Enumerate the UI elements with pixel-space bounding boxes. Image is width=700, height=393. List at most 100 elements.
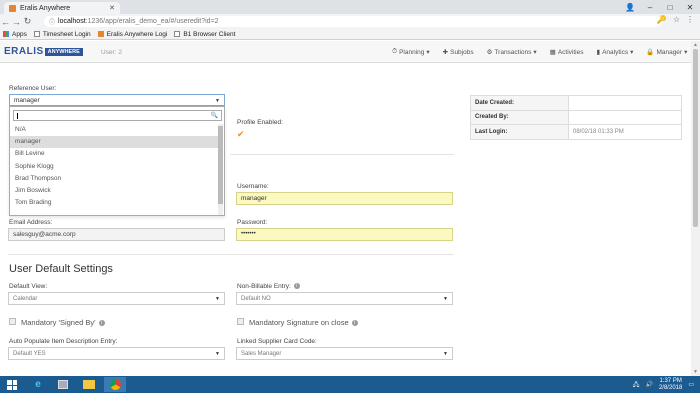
nav-label: Manager (656, 48, 683, 56)
username-field[interactable]: manager (236, 192, 453, 205)
nav-subjobs[interactable]: ✚ Subjobs (442, 48, 474, 57)
caret-down-icon: ▼ (215, 351, 220, 357)
password-field[interactable]: ••••••• (236, 228, 453, 241)
nav-transactions[interactable]: ⚙ Transactions ▾ (487, 48, 537, 57)
address-row: ← → ↻ ⓘ localhost :1236/app/eralis_demo_… (0, 14, 700, 29)
nav-label: Transactions (494, 48, 532, 56)
dropdown-option[interactable]: manager (10, 136, 218, 149)
bookmark-apps[interactable]: Apps (3, 31, 27, 38)
email-field[interactable]: salesguy@acme.corp (8, 228, 225, 241)
dropdown-option[interactable]: Bill Levine (10, 148, 218, 160)
bookmark-label: Timesheet Login (42, 30, 91, 38)
clock-time: 1:37 PM (659, 378, 682, 384)
select-value: Calendar (13, 296, 38, 302)
nav-activities[interactable]: ▦ Activities (550, 48, 584, 57)
forward-icon[interactable]: → (11, 17, 22, 27)
linked-supplier-select[interactable]: Sales Manager ▼ (236, 347, 453, 360)
caret-down-icon: ▾ (533, 49, 537, 56)
bookmark-label: Eralis Anywhere Logi (106, 30, 168, 38)
dropdown-option[interactable]: Tom Brading (10, 197, 218, 209)
eralis-logo[interactable]: ERALIS ANYWHERE (4, 46, 83, 57)
close-window-icon[interactable]: ✕ (680, 0, 700, 14)
app-navbar: ERALIS ANYWHERE User: 2 ⏱ Planning ▾ ✚ S… (0, 41, 691, 63)
nav-manager[interactable]: 🔒 Manager ▾ (646, 48, 687, 57)
browser-actions: 🔑 ☆ ⋮ (657, 15, 694, 24)
clock[interactable]: 1:37 PM 2/8/2018 (659, 378, 682, 391)
star-icon[interactable]: ☆ (673, 15, 680, 24)
dropdown-option[interactable]: Jim Boswick (10, 185, 218, 197)
mandatory-signature-checkbox[interactable] (237, 318, 244, 325)
text-cursor (17, 113, 18, 119)
bar-chart-icon: ▮ (596, 49, 601, 56)
reference-user-label: Reference User: (9, 85, 57, 92)
server-manager-icon[interactable] (52, 377, 74, 392)
non-billable-select[interactable]: Default NO ▼ (236, 292, 453, 305)
chrome-icon[interactable] (104, 377, 126, 392)
email-label: Email Address: (9, 219, 53, 226)
info-icon[interactable]: ⓘ (49, 17, 55, 26)
user-profile-icon[interactable]: 👤 (620, 0, 640, 14)
caret-down-icon: ▼ (215, 296, 220, 302)
dropdown-scrollbar[interactable] (218, 124, 223, 215)
dropdown-option[interactable]: N/A (10, 124, 218, 136)
info-value: 08/02/18 01:33 PM (568, 124, 682, 140)
profile-enabled-label: Profile Enabled: (237, 119, 283, 126)
file-explorer-icon[interactable] (78, 377, 100, 392)
key-icon[interactable]: 🔑 (657, 15, 667, 24)
mandatory-signed-by-checkbox[interactable] (9, 318, 16, 325)
default-view-select[interactable]: Calendar ▼ (8, 292, 225, 305)
user-info-table: Date Created: Created By: Last Login: 08… (470, 95, 682, 140)
bookmark-b1[interactable]: B1 Browser Client (174, 31, 235, 38)
bookmark-eralis[interactable]: Eralis Anywhere Logi (97, 30, 168, 38)
network-icon[interactable]: 🖧 (633, 380, 640, 390)
caret-down-icon: ▾ (426, 49, 430, 56)
scroll-down-icon[interactable]: ▼ (693, 369, 698, 375)
bookmark-timesheet[interactable]: Timesheet Login (33, 30, 91, 38)
menu-icon[interactable]: ⋮ (686, 15, 694, 24)
caret-down-icon: ▼ (215, 98, 220, 104)
auto-populate-select[interactable]: Default YES ▼ (8, 347, 225, 360)
caret-down-icon: ▾ (630, 49, 634, 56)
eralis-icon (97, 31, 104, 37)
search-icon: 🔍 (210, 113, 218, 119)
nav-label: Activities (557, 48, 584, 56)
mandatory-signature-label: Mandatory Signature on close i (249, 318, 358, 327)
lock-icon: 🔒 (646, 49, 655, 56)
url-bar[interactable]: ⓘ localhost :1236/app/eralis_demo_ea/#/u… (44, 16, 662, 27)
dropdown-option[interactable]: Brad Thompson (10, 173, 218, 185)
tab-title: Eralis Anywhere (20, 4, 71, 12)
info-value (568, 95, 682, 111)
speaker-icon[interactable]: 🔊 (645, 381, 652, 388)
scrollbar-thumb[interactable] (218, 126, 223, 204)
info-icon[interactable]: i (293, 283, 300, 290)
scrollbar-thumb[interactable] (693, 49, 698, 227)
maximize-icon[interactable]: □ (660, 0, 680, 14)
browser-tab[interactable]: Eralis Anywhere ✕ (4, 2, 120, 14)
dropdown-option[interactable]: Sophie Klogg (10, 161, 218, 173)
nav-planning[interactable]: ⏱ Planning ▾ (392, 48, 430, 56)
reference-user-dropdown: 🔍 N/A manager Bill Levine Sophie Klogg Brad … (9, 106, 225, 216)
start-windows-icon[interactable] (7, 380, 17, 390)
minimize-icon[interactable]: – (640, 0, 660, 14)
default-view-label: Default View: (9, 283, 48, 290)
back-icon[interactable]: ← (0, 17, 11, 27)
dropdown-search-input[interactable]: 🔍 (13, 110, 222, 121)
info-icon[interactable]: i (98, 320, 105, 327)
tab-close-icon[interactable]: ✕ (109, 4, 115, 12)
nav-analytics[interactable]: ▮ Analytics ▾ (596, 48, 634, 57)
pin-icon: ✚ (442, 49, 449, 56)
info-icon[interactable]: i (351, 320, 358, 327)
reload-icon[interactable]: ↻ (22, 16, 33, 27)
clock-date: 2/8/2018 (658, 384, 683, 391)
label-text: Non-Billable Entry: (237, 283, 291, 290)
page-scrollbar[interactable]: ▲ ▼ (691, 41, 700, 376)
info-key: Last Login: (470, 124, 569, 140)
label-text: Mandatory Signature on close (249, 318, 349, 327)
scroll-up-icon[interactable]: ▲ (693, 42, 698, 48)
checkmark-icon[interactable]: ✔ (237, 129, 245, 140)
bookmarks-bar: Apps Timesheet Login Eralis Anywhere Log… (0, 29, 700, 40)
ie-icon[interactable]: e (27, 377, 49, 392)
table-row: Date Created: (470, 95, 682, 111)
notification-icon[interactable]: ▭ (688, 381, 694, 388)
reference-user-select[interactable]: manager ▼ (9, 94, 225, 106)
